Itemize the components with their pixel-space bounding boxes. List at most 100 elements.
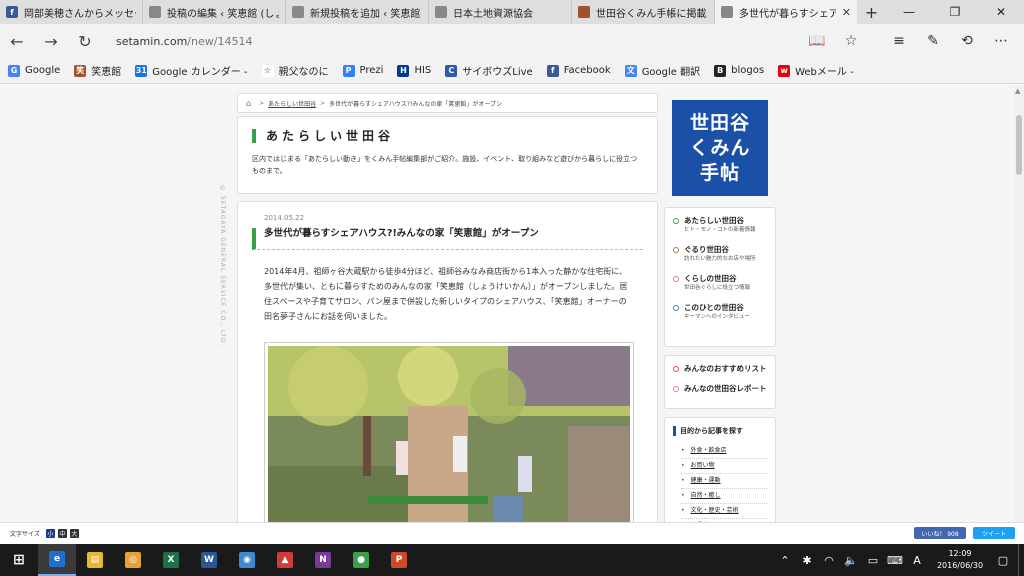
browser-tab[interactable]: 新規投稿を追加 ‹ 笑恵館	[286, 0, 429, 24]
menu-item[interactable]: くらしの世田谷 世田谷ぐらしに役立つ情報	[673, 274, 767, 292]
reading-view-icon[interactable]: 📖	[800, 24, 834, 58]
purpose-link[interactable]: 文化・歴史・芸術	[681, 504, 767, 519]
favorite-link[interactable]: 文 Google 翻訳	[624, 63, 700, 78]
explorer-icon: ▤	[87, 552, 103, 568]
menu-item-title: くらしの世田谷	[684, 274, 737, 283]
menu-item[interactable]: みんなのおすすめリスト	[673, 364, 767, 374]
minimize-button[interactable]: —	[886, 0, 932, 24]
url-host: setamin.com	[116, 34, 188, 48]
start-button[interactable]: ⊞	[0, 544, 38, 576]
restore-button[interactable]: ❐	[932, 0, 978, 24]
url-path: /new/14514	[187, 34, 253, 48]
action-center-icon[interactable]: ▭	[862, 554, 884, 567]
font-size-small-button[interactable]: 小	[45, 529, 55, 538]
purpose-link-label: 健康・運動	[690, 477, 721, 484]
tab-title: 新規投稿を追加 ‹ 笑恵館	[310, 8, 421, 20]
wifi-icon[interactable]: ◠	[818, 554, 840, 567]
font-size-large-button[interactable]: 大	[69, 529, 79, 538]
menu-item[interactable]: あたらしい世田谷 ヒト・モノ・コトの新着情報	[673, 216, 767, 234]
logo-line: 世田谷	[689, 111, 750, 134]
taskbar-app[interactable]: X	[152, 544, 190, 576]
scrollbar-thumb[interactable]	[1016, 115, 1022, 175]
browser-tab[interactable]: 投稿の編集 ‹ 笑恵館 (しょ	[143, 0, 286, 24]
font-size-medium-button[interactable]: 中	[57, 529, 67, 538]
taskbar-app[interactable]: e	[38, 544, 76, 576]
favorite-link[interactable]: Bblogos	[714, 64, 765, 77]
menu-item[interactable]: みんなの世田谷レポート	[673, 384, 767, 394]
home-icon[interactable]: ⌂	[246, 99, 251, 108]
favorite-link[interactable]: ☆ 親父なのに	[261, 63, 329, 78]
breadcrumb-section-link[interactable]: あたらしい世田谷	[268, 99, 316, 108]
purpose-link[interactable]: 健康・運動	[681, 474, 767, 489]
menu-item[interactable]: このひとの世田谷 キーマンへのインタビュー	[673, 303, 767, 321]
favorite-link[interactable]: C サイボウズLive	[445, 63, 533, 78]
taskbar: ⊞ e ▤ ◎ X W ◉ ▲ N ● P ⌃ ✱ ◠ 🔈 ▭ ⌨ A 12:09 2016/06…	[0, 544, 1024, 576]
favorite-link[interactable]: G Google	[8, 64, 61, 77]
refresh-button[interactable]: ↻	[68, 24, 102, 58]
taskbar-app[interactable]: ◎	[114, 544, 152, 576]
paint-icon: ◎	[125, 552, 141, 568]
browser-tab[interactable]: f 岡部美穂さんからメッセージが	[0, 0, 143, 24]
taskbar-app[interactable]: P	[380, 544, 418, 576]
purpose-link[interactable]: お買い物	[681, 459, 767, 474]
favorite-label: Google	[25, 65, 61, 76]
favorite-link[interactable]: 31 Google カレンダー -	[135, 63, 248, 78]
favorite-label: HIS	[414, 65, 432, 76]
ime-indicator[interactable]: A	[906, 554, 928, 567]
facebook-like-button[interactable]: いいね！ 908	[914, 527, 966, 539]
taskbar-app[interactable]: W	[190, 544, 228, 576]
browser-tab[interactable]: 日本土地資源協会	[429, 0, 572, 24]
page-scrollbar[interactable]: ▲	[1014, 85, 1024, 522]
back-button[interactable]: ←	[0, 24, 34, 58]
favorite-link[interactable]: 笑笑恵館	[74, 63, 121, 78]
window-controls: — ❐ ✕	[886, 0, 1024, 24]
hub-icon[interactable]: ≡	[882, 24, 916, 58]
font-size-label: 文字サイズ	[10, 531, 40, 538]
browser-tab[interactable]: 多世代が暮らすシェアハウ ✕	[715, 0, 857, 24]
taskbar-app[interactable]: N	[304, 544, 342, 576]
favorite-link[interactable]: P Prezi	[342, 64, 383, 77]
clock-date: 2016/06/30	[936, 561, 984, 570]
volume-icon[interactable]: 🔈	[840, 554, 862, 567]
more-icon[interactable]: ⋯	[984, 24, 1018, 58]
notification-icon[interactable]: ▢	[992, 554, 1014, 567]
new-tab-button[interactable]: +	[857, 0, 886, 24]
tweet-button[interactable]: ツイート	[973, 527, 1015, 539]
share-icon[interactable]: ⟲	[950, 24, 984, 58]
web-page: © SETAGAYA GENERAL SERVICE CO., LTD. ⌂ >…	[0, 85, 1014, 522]
close-tab-icon[interactable]: ✕	[842, 6, 851, 19]
favorite-link[interactable]: w Webメール -	[778, 63, 854, 78]
page-icon	[721, 6, 733, 18]
taskbar-app[interactable]: ●	[342, 544, 380, 576]
purpose-link-label: 文化・歴史・芸術	[690, 507, 739, 514]
category-menu: あたらしい世田谷 ヒト・モノ・コトの新着情報 ぐるり世田谷 訪れたい魅力的なお店や場所…	[664, 207, 776, 347]
favorite-star-icon[interactable]: ☆	[834, 24, 868, 58]
favorite-label: Webメール -	[795, 67, 854, 78]
clock[interactable]: 12:09 2016/06/30	[928, 548, 992, 572]
favorite-icon: B	[714, 64, 727, 77]
taskbar-app[interactable]: ▲	[266, 544, 304, 576]
scroll-up-icon[interactable]: ▲	[1015, 87, 1020, 95]
chevron-up-icon[interactable]: ⌃	[774, 554, 796, 567]
site-logo[interactable]: 世田谷 くみん 手帖	[672, 100, 768, 196]
favorite-icon: H	[397, 64, 410, 77]
url-field[interactable]: setamin.com/new/14514	[116, 35, 800, 48]
article-title: 多世代が暮らすシェアハウス?!みんなの家「笑恵館」がオープン	[252, 228, 643, 250]
favorite-link[interactable]: f Facebook	[546, 64, 611, 77]
menu-item[interactable]: ぐるり世田谷 訪れたい魅力的なお店や場所	[673, 245, 767, 263]
show-desktop-button[interactable]	[1018, 544, 1024, 576]
favorite-link[interactable]: H HIS	[397, 64, 432, 77]
taskbar-app[interactable]: ◉	[228, 544, 266, 576]
purpose-link[interactable]: 外食・飲食店	[681, 444, 767, 459]
web-note-icon[interactable]: ✎	[916, 24, 950, 58]
keyboard-icon[interactable]: ⌨	[884, 554, 906, 567]
menu-item-title: あたらしい世田谷	[684, 216, 744, 225]
close-window-button[interactable]: ✕	[978, 0, 1024, 24]
taskbar-app[interactable]: ▤	[76, 544, 114, 576]
bluetooth-icon[interactable]: ✱	[796, 554, 818, 567]
favorite-label: blogos	[731, 65, 765, 76]
browser-tab[interactable]: 世田谷くみん手帳に掲載され	[572, 0, 715, 24]
forward-button[interactable]: →	[34, 24, 68, 58]
purpose-link[interactable]: 自然・癒し	[681, 489, 767, 504]
tab-title: 投稿の編集 ‹ 笑恵館 (しょ	[167, 8, 279, 20]
